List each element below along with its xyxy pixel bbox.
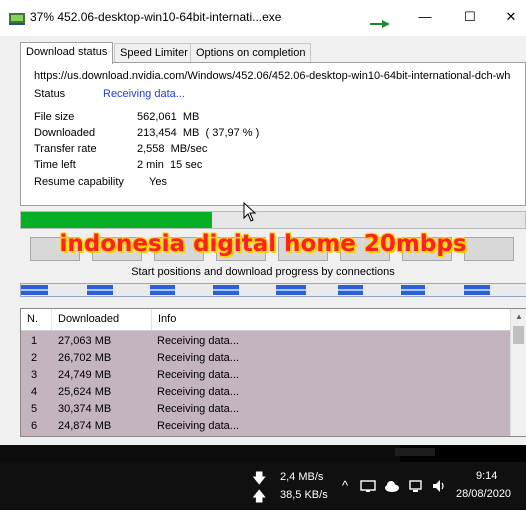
connections-progress-bar xyxy=(20,283,526,297)
download-window: 37% 452.06-desktop-win10-64bit-internati… xyxy=(0,0,526,445)
row-number: 2 xyxy=(31,352,38,364)
overlay-caption: indonesia digital home 20mbps xyxy=(59,231,467,257)
row-downloaded: 26,702 MB xyxy=(58,352,112,364)
column-header-info[interactable]: Info xyxy=(152,309,508,330)
connection-segment xyxy=(401,285,425,295)
taskbar: 🡇 🡅 2,4 MB/s 38,5 KB/s ^ 9:14 28/08/2020 xyxy=(0,462,526,508)
connections-caption: Start positions and download progress by… xyxy=(131,266,395,278)
clock-date[interactable]: 28/08/2020 xyxy=(456,488,511,500)
downloaded-label: Downloaded xyxy=(34,127,96,139)
row-info: Receiving data... xyxy=(157,403,239,415)
scroll-up-arrow-icon[interactable]: ▲ xyxy=(511,309,526,325)
row-downloaded: 30,374 MB xyxy=(58,403,112,415)
connection-segment xyxy=(21,285,48,295)
display-icon[interactable] xyxy=(360,478,376,494)
connection-segment xyxy=(213,285,239,295)
connection-segment xyxy=(87,285,113,295)
minimize-button[interactable]: — xyxy=(410,6,440,28)
cloud-icon[interactable] xyxy=(384,478,400,494)
transfer-rate-label: Transfer rate xyxy=(34,143,97,155)
column-header-number[interactable]: N. xyxy=(21,309,52,330)
table-row[interactable]: 4 25,624 MB Receiving data... xyxy=(21,384,511,401)
downloaded-value: 213,454 MB ( 37,97 % ) xyxy=(137,127,260,139)
scroll-thumb[interactable] xyxy=(513,326,524,344)
row-downloaded: 25,624 MB xyxy=(58,386,112,398)
row-info: Receiving data... xyxy=(157,335,239,347)
idm-app-icon xyxy=(9,13,25,25)
arrow-icon xyxy=(370,20,390,28)
time-left-label: Time left xyxy=(34,159,76,171)
background-window-detail xyxy=(395,448,435,456)
row-downloaded: 24,749 MB xyxy=(58,369,112,381)
connections-table: N. Downloaded Info 1 27,063 MB Receiving… xyxy=(20,308,526,437)
file-size-value: 562,061 MB xyxy=(137,111,200,123)
table-row[interactable]: 3 24,749 MB Receiving data... xyxy=(21,367,511,384)
resume-capability-label: Resume capability xyxy=(34,176,124,188)
row-number: 4 xyxy=(31,386,38,398)
row-info: Receiving data... xyxy=(157,369,239,381)
chevron-up-icon[interactable]: ^ xyxy=(337,478,353,494)
status-value: Receiving data... xyxy=(103,88,185,100)
network-icon[interactable] xyxy=(408,478,424,494)
title-bar[interactable]: 37% 452.06-desktop-win10-64bit-internati… xyxy=(0,0,526,36)
tab-download-status[interactable]: Download status xyxy=(20,42,114,64)
file-size-label: File size xyxy=(34,111,75,123)
connection-segment xyxy=(464,285,490,295)
download-progress-bar xyxy=(20,211,526,229)
table-row[interactable]: 5 30,374 MB Receiving data... xyxy=(21,401,511,418)
row-info: Receiving data... xyxy=(157,420,239,432)
tab-speed-limiter[interactable]: Speed Limiter xyxy=(114,43,194,63)
close-button[interactable]: ✕ xyxy=(496,6,526,28)
upload-speed: 38,5 KB/s xyxy=(280,489,328,501)
maximize-button[interactable]: ☐ xyxy=(455,6,485,28)
window-title: 37% 452.06-desktop-win10-64bit-internati… xyxy=(30,10,282,24)
clock-time[interactable]: 9:14 xyxy=(476,470,497,482)
volume-icon[interactable] xyxy=(431,478,447,494)
connection-segment xyxy=(276,285,306,295)
resume-capability-value: Yes xyxy=(137,176,167,188)
download-speed: 2,4 MB/s xyxy=(280,471,324,483)
upload-arrow-icon: 🡅 xyxy=(252,488,267,504)
connection-segment xyxy=(150,285,175,295)
mouse-pointer-icon xyxy=(243,202,257,222)
row-number: 6 xyxy=(31,420,38,432)
table-header: N. Downloaded Info xyxy=(21,309,511,331)
transfer-rate-value: 2,558 MB/sec xyxy=(137,143,208,155)
row-downloaded: 27,063 MB xyxy=(58,335,112,347)
status-label: Status xyxy=(34,88,66,100)
row-downloaded: 24,874 MB xyxy=(58,420,112,432)
row-info: Receiving data... xyxy=(157,352,239,364)
table-scrollbar[interactable]: ▲ xyxy=(510,309,526,436)
time-left-value: 2 min 15 sec xyxy=(137,159,203,171)
connection-segment xyxy=(338,285,363,295)
row-number: 5 xyxy=(31,403,38,415)
row-number: 1 xyxy=(31,335,38,347)
row-info: Receiving data... xyxy=(157,386,239,398)
download-url: https://us.download.nvidia.com/Windows/4… xyxy=(34,70,511,82)
row-number: 3 xyxy=(31,369,38,381)
table-row[interactable]: 6 24,874 MB Receiving data... xyxy=(21,418,511,435)
table-row[interactable]: 1 27,063 MB Receiving data... xyxy=(21,333,511,350)
table-row[interactable]: 2 26,702 MB Receiving data... xyxy=(21,350,511,367)
column-header-downloaded[interactable]: Downloaded xyxy=(52,309,152,330)
download-status-panel: https://us.download.nvidia.com/Windows/4… xyxy=(20,62,526,206)
tab-options-on-completion[interactable]: Options on completion xyxy=(190,43,312,63)
download-progress-fill xyxy=(21,212,213,228)
